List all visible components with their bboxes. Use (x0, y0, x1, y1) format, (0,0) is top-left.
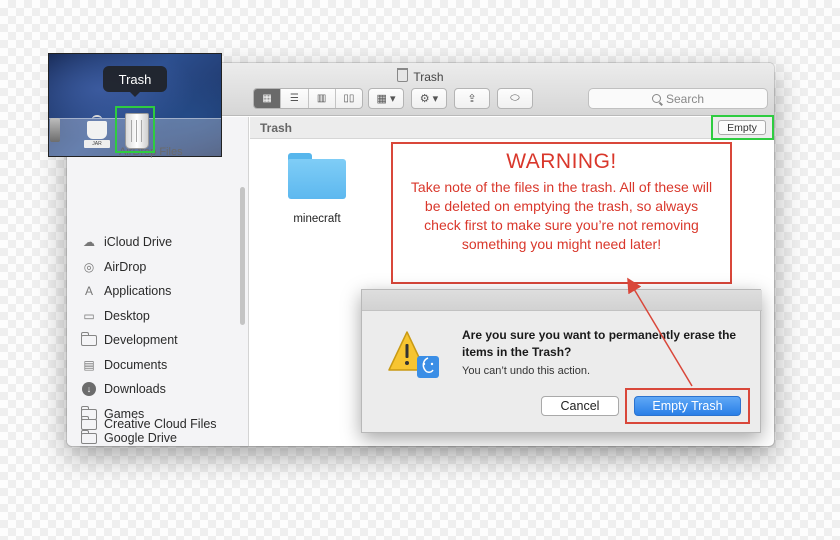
caution-icon (388, 331, 439, 378)
sidebar-item-creative-cloud-files[interactable]: Creative Cloud Files (81, 414, 241, 434)
applications-icon: A (84, 284, 93, 298)
folder-icon (81, 331, 97, 346)
sidebar-item-applications[interactable]: A Applications (81, 281, 241, 301)
sidebar-item-icloud-drive[interactable]: ☁ iCloud Drive (81, 232, 241, 252)
dialog-message: You can’t undo this action. (462, 365, 591, 377)
arrange-icon: ▦ ▾ (376, 93, 396, 105)
coverflow-view-icon[interactable]: ▯▯ (336, 89, 362, 108)
action-button[interactable]: ⚙ ▾ (411, 88, 447, 109)
share-icon: ⇪ (467, 93, 477, 105)
tag-button[interactable]: ⬭ (497, 88, 533, 109)
icon-view-icon[interactable]: ▦ (254, 89, 282, 108)
folder-icon (81, 415, 97, 430)
sidebar-item-downloads[interactable]: ↓ Downloads (81, 379, 241, 399)
arrange-button[interactable]: ▦ ▾ (368, 88, 404, 109)
java-jar-icon[interactable]: JAR (84, 115, 110, 149)
search-field[interactable]: Search (588, 88, 768, 109)
documents-icon: ▤ (83, 358, 95, 372)
gear-icon: ⚙ ▾ (419, 93, 439, 105)
downloads-icon: ↓ (82, 382, 96, 396)
dock-app-icon[interactable] (50, 118, 60, 142)
share-button[interactable]: ⇪ (454, 88, 490, 109)
location-label: Trash (260, 121, 293, 135)
highlight-empty-button (711, 115, 774, 140)
cancel-button[interactable]: Cancel (541, 396, 619, 416)
dock-trash-icon[interactable] (115, 106, 155, 153)
column-view-icon[interactable]: ▥ (309, 89, 336, 108)
airdrop-icon: ◎ (83, 260, 95, 274)
sidebar-item-development[interactable]: Development (81, 330, 241, 350)
sidebar-item-desktop[interactable]: ▭ Desktop (81, 306, 241, 326)
desktop-icon: ▭ (83, 309, 95, 323)
tag-icon: ⬭ (510, 92, 520, 104)
warning-callout: WARNING! Take note of the files in the t… (391, 142, 732, 284)
folder-icon[interactable] (288, 153, 346, 199)
view-switcher: ▦ ☰ ▥ ▯▯ (253, 88, 363, 109)
search-icon (651, 94, 661, 103)
folder-icon (81, 429, 97, 444)
trash-icon (397, 68, 409, 82)
dock-tooltip: Trash (103, 66, 167, 97)
dialog-title: Are you sure you want to permanently era… (462, 328, 737, 359)
file-name-minecraft[interactable]: minecraft (272, 213, 362, 225)
warning-heading: WARNING! (506, 150, 617, 173)
sidebar-scrollbar[interactable] (240, 187, 245, 325)
sidebar-item-documents[interactable]: ▤ Documents (81, 355, 241, 375)
sidebar-item-airdrop[interactable]: ◎ AirDrop (81, 257, 241, 277)
sidebar: ☁ iCloud Drive ◎ AirDrop A Applications ▭ De… (67, 117, 249, 446)
warning-text: Take note of the files in the trash. All… (410, 179, 713, 252)
cloud-icon: ☁ (83, 235, 95, 249)
highlight-empty-trash-button (625, 388, 750, 424)
list-view-icon[interactable]: ☰ (281, 89, 309, 108)
path-bar (250, 117, 774, 139)
